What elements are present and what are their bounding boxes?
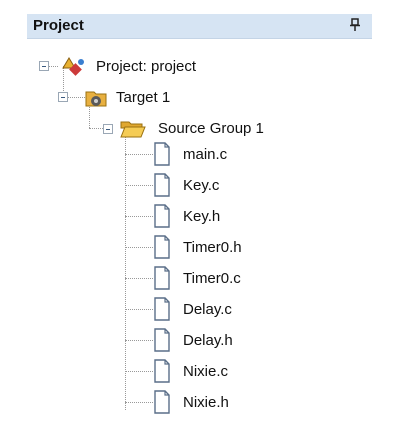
tree-node-label: Source Group 1 <box>158 119 264 137</box>
collapse-toggle-group[interactable] <box>103 124 113 134</box>
project-tree: Project: project Target 1 Source Group 1… <box>0 0 419 433</box>
collapse-toggle-target[interactable] <box>58 92 68 102</box>
file-item-delay-h[interactable]: Delay.h <box>153 328 233 352</box>
file-item-nixie-h[interactable]: Nixie.h <box>153 390 229 414</box>
folder-open-icon <box>120 121 146 138</box>
file-item-main-c[interactable]: main.c <box>153 142 227 166</box>
file-item-timer0-c[interactable]: Timer0.c <box>153 266 241 290</box>
file-label: main.c <box>183 145 228 163</box>
file-icon <box>154 173 170 197</box>
file-item-key-h[interactable]: Key.h <box>153 204 220 228</box>
file-icon <box>154 297 170 321</box>
file-item-delay-c[interactable]: Delay.c <box>153 297 232 321</box>
file-label: Nixie.c <box>183 362 229 380</box>
file-label: Delay.c <box>183 300 232 318</box>
file-item-key-c[interactable]: Key.c <box>153 173 219 197</box>
file-icon <box>154 390 170 414</box>
file-label: Key.c <box>183 176 220 194</box>
tree-node-project[interactable]: Project: project <box>58 54 196 78</box>
tree-node-label: Target 1 <box>116 88 171 106</box>
file-icon <box>154 235 170 259</box>
file-icon <box>154 266 170 290</box>
project-icon <box>62 57 84 76</box>
file-label: Delay.h <box>183 331 233 349</box>
file-label: Nixie.h <box>183 393 229 411</box>
file-icon <box>154 328 170 352</box>
file-item-nixie-c[interactable]: Nixie.c <box>153 359 228 383</box>
file-icon <box>154 359 170 383</box>
file-icon <box>154 142 170 166</box>
file-label: Timer0.h <box>183 238 242 256</box>
tree-node-source-group[interactable]: Source Group 1 <box>120 116 264 140</box>
file-icon <box>154 204 170 228</box>
target-icon <box>85 91 107 107</box>
collapse-toggle-root[interactable] <box>39 61 49 71</box>
file-label: Key.h <box>183 207 221 225</box>
file-label: Timer0.c <box>183 269 241 287</box>
file-item-timer0-h[interactable]: Timer0.h <box>153 235 242 259</box>
tree-node-target[interactable]: Target 1 <box>84 85 170 109</box>
tree-node-label: Project: project <box>96 57 197 75</box>
